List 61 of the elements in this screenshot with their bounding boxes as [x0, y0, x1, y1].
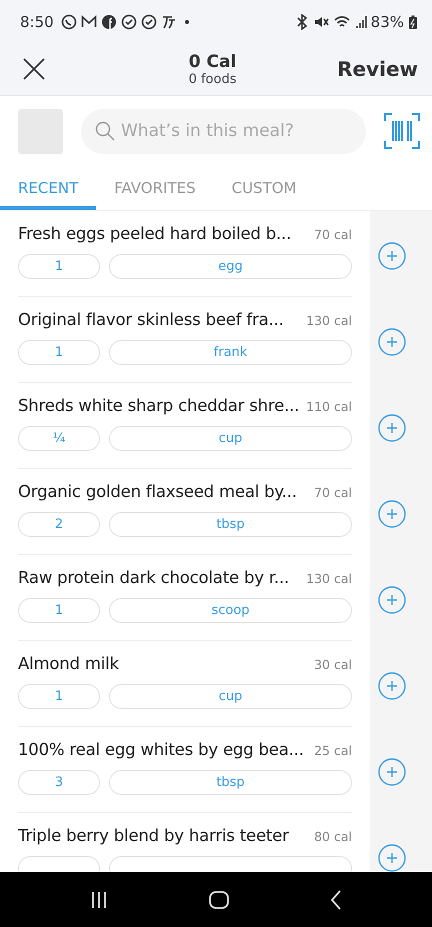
food-calories: 70 cal — [314, 485, 352, 500]
quantity-field[interactable]: 3 — [18, 770, 100, 795]
search-field[interactable]: What’s in this meal? — [81, 108, 366, 154]
add-button[interactable] — [378, 672, 406, 700]
check-circle-icon — [120, 14, 137, 30]
quantity-field[interactable]: 1 — [18, 684, 100, 709]
tab[interactable]: FAVORITES — [96, 166, 214, 210]
check-circle-icon — [140, 14, 157, 30]
bluetooth-icon — [294, 14, 309, 30]
recent-apps-button[interactable] — [90, 890, 108, 908]
unit-field[interactable]: scoop — [109, 598, 352, 623]
food-calories: 25 cal — [314, 743, 352, 758]
add-button[interactable] — [378, 414, 406, 442]
food-name: 100% real egg whites by egg bea... — [18, 740, 304, 759]
food-calories: 30 cal — [314, 657, 352, 672]
unit-field[interactable]: tbsp — [109, 770, 352, 795]
chat-icon — [60, 14, 77, 30]
food-calories: 80 cal — [314, 829, 352, 844]
unit-field[interactable]: egg — [109, 254, 352, 279]
food-count: 0 foods — [188, 72, 236, 86]
quantity-field[interactable]: 2 — [18, 512, 100, 537]
food-calories: 130 cal — [306, 313, 352, 328]
dot-icon — [184, 20, 189, 24]
barcode-scan-button[interactable] — [384, 113, 420, 149]
mail-icon — [80, 14, 97, 30]
add-button[interactable] — [378, 328, 406, 356]
food-name: Original flavor skinless beef fra... — [18, 310, 284, 329]
food-name: Almond milk — [18, 654, 119, 673]
status-time: 8:50 — [20, 12, 54, 30]
quantity-field[interactable]: 1 — [18, 340, 100, 365]
unit-field[interactable]: cup — [109, 684, 352, 709]
add-button[interactable] — [378, 586, 406, 614]
unit-field[interactable]: cup — [109, 426, 352, 451]
battery-percent: 83% — [370, 12, 404, 30]
social-icon — [100, 14, 117, 30]
add-button[interactable] — [378, 758, 406, 786]
food-name: Triple berry blend by harris teeter — [18, 826, 289, 845]
food-calories: 70 cal — [314, 227, 352, 242]
food-name: Raw protein dark chocolate by r... — [18, 568, 290, 587]
food-name: Shreds white sharp cheddar shre... — [18, 396, 300, 415]
food-name: Fresh eggs peeled hard boiled b... — [18, 224, 292, 243]
quantity-field[interactable]: 1 — [18, 254, 100, 279]
battery-icon — [408, 14, 418, 30]
unit-field[interactable]: tbsp — [109, 512, 352, 537]
food-calories: 110 cal — [306, 399, 352, 414]
quantity-field[interactable]: ¼ — [18, 426, 100, 451]
review-button[interactable]: Review — [337, 57, 418, 81]
back-button[interactable] — [330, 890, 342, 910]
food-calories: 130 cal — [306, 571, 352, 586]
wifi-icon — [332, 14, 351, 30]
quantity-field[interactable]: 1 — [18, 598, 100, 623]
add-button[interactable] — [378, 844, 406, 872]
food-name: Organic golden flaxseed meal by... — [18, 482, 297, 501]
unit-field[interactable]: frank — [109, 340, 352, 365]
add-button[interactable] — [378, 500, 406, 528]
home-button[interactable] — [208, 890, 229, 908]
add-button[interactable] — [378, 242, 406, 270]
tab[interactable]: CUSTOM — [214, 166, 314, 210]
calorie-total: 0 Cal — [188, 52, 236, 72]
signal-icon — [354, 14, 367, 30]
app-icon — [160, 14, 177, 30]
